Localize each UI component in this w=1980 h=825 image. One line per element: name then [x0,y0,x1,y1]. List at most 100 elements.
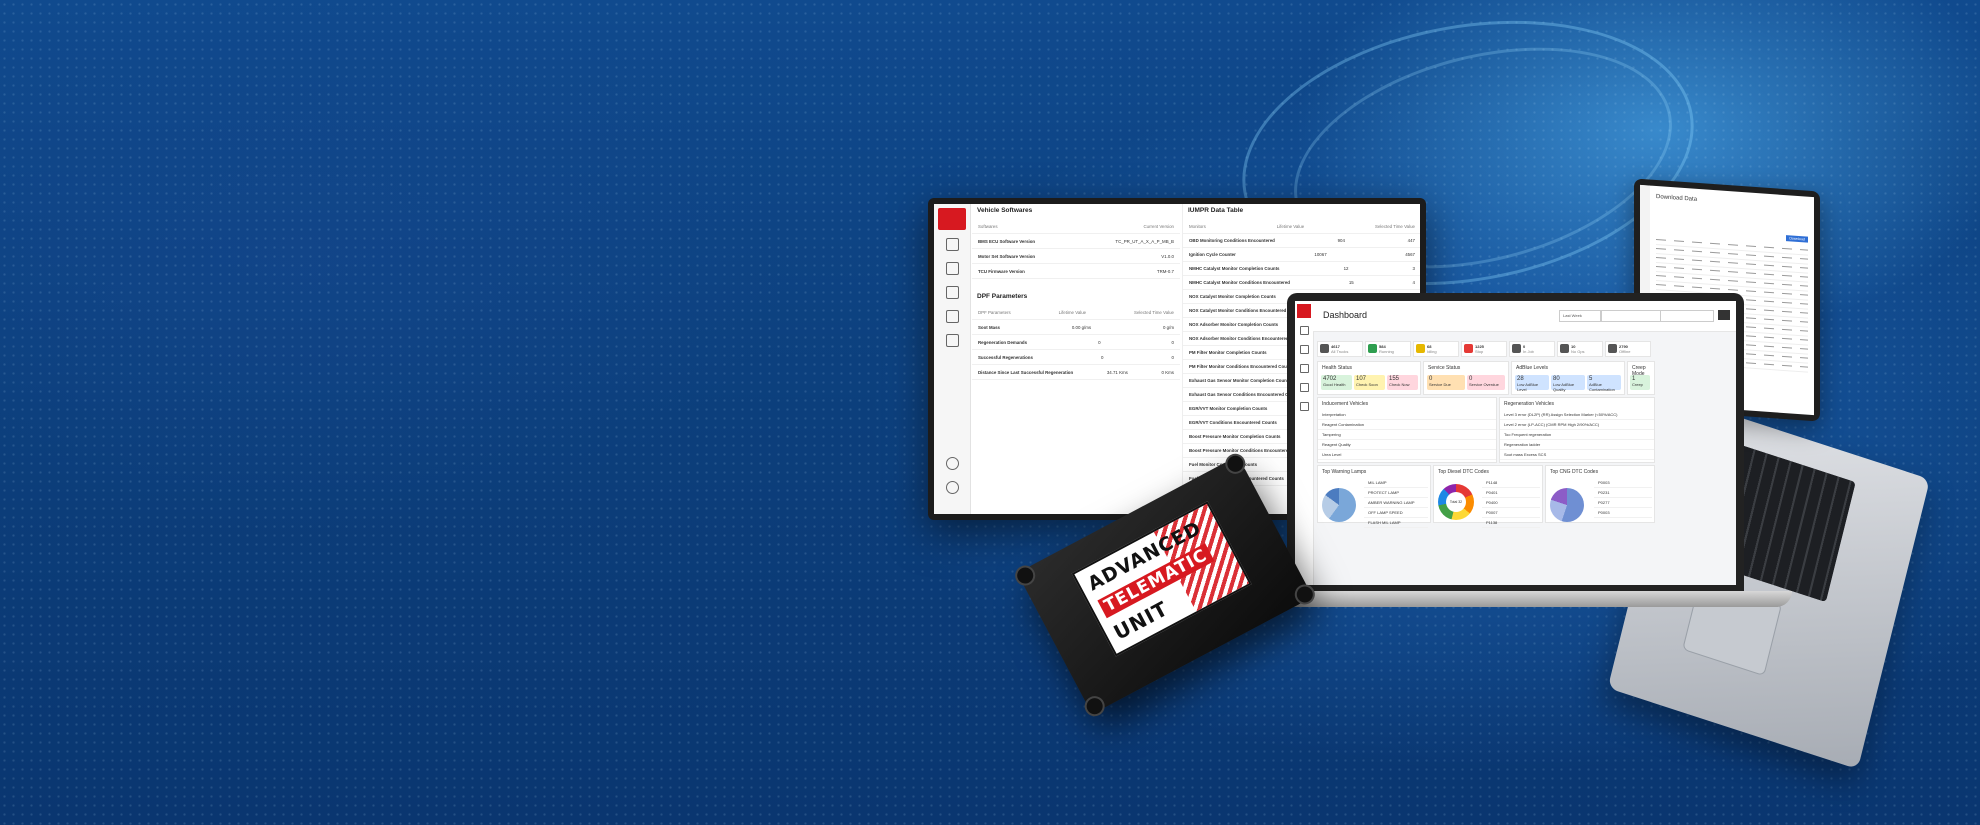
dashboard-icon[interactable] [1299,326,1309,335]
cell: BMS ECU Software Version [978,238,1036,244]
column-header: Softwares [978,223,998,229]
cell: V1.0.0 [1161,253,1174,259]
network-icon[interactable] [945,310,959,323]
table: Interpretation Reagent Contamination Tampe… [1318,410,1496,460]
column-header: Lifetime Value [1276,223,1305,229]
download-icon[interactable] [945,334,959,347]
cell: Exhaust Gas Sensor Conditions Encountere… [1189,392,1301,397]
regeneration-vehicles-card: Regeneration Vehicles Level 3 error (DL2… [1499,397,1655,463]
table-row: P0400 [1482,498,1540,508]
kpi-label: No Gps [1571,349,1585,354]
donut-center-label: Total 32 [1449,500,1463,504]
column-header: Monitors [1189,223,1206,229]
legend-list: MIL LAMP PROTECT LAMP AMBER WARNING LAMP OF… [1364,478,1428,528]
row-label: P1138 [1486,520,1498,525]
kpi-label: Offline [1619,349,1631,354]
status-pill[interactable]: 4702 Good Health [1321,375,1352,390]
adblue-levels-card: AdBlue Levels 28 Low AdBlue Level 80 Low Ad… [1511,361,1625,395]
kpi-label: Stop [1475,349,1484,354]
period-select[interactable]: Last Week [1559,310,1601,322]
cell: 904 [1337,238,1345,243]
status-pill[interactable]: 107 Check Soon [1354,375,1385,390]
cell: TRM-0.7 [1156,268,1174,274]
table-row: P1148 [1482,478,1540,488]
truck-icon[interactable] [945,286,959,299]
end-date-input[interactable] [1660,310,1714,322]
kpi-tile[interactable]: 4617 All Trucks [1317,341,1363,357]
row-label: P0003 [1598,510,1610,515]
cell: 15 [1348,280,1354,285]
status-pill[interactable]: 155 Check Now [1387,375,1418,390]
cell: EGR/VVT Conditions Encountered Counts [1189,420,1277,425]
row-label: P0401 [1486,490,1498,495]
card-title: Inducement Vehicles [1322,401,1369,407]
row-label: Level 3 error (DL2P) (RR) Assign Selecti… [1504,412,1618,417]
cell: 0.00 g/ms [1071,324,1092,330]
kpi-tile[interactable]: 2790 Offline [1605,341,1651,357]
kpi-label: All Trucks [1331,349,1349,354]
table-row: Successful Regenerations 0 0 [972,350,1180,365]
table-header: Softwares Current Version [972,219,1180,234]
row-label: Reagent Quality [1322,442,1351,447]
column-header: DPF Parameters [978,309,1011,315]
cell: 34.71 Kms [1106,369,1128,375]
kpi-tile[interactable]: 0 In Job [1509,341,1555,357]
kpi-icon [1608,344,1617,353]
column-header: Lifetime Value [1058,309,1087,315]
download-button[interactable]: Download [1786,235,1808,243]
help-icon[interactable] [945,481,959,494]
kpi-tile[interactable]: 10 No Gps [1557,341,1603,357]
cell: 10067 [1314,252,1327,257]
cell: 447 [1407,238,1415,243]
row-label: Urea Level [1322,452,1342,457]
top-diesel-dtc-card: Top Diesel DTC Codes Total 32 P1148 P0401… [1433,465,1543,528]
pill-label: Low AdBlue Level [1517,382,1539,392]
kpi-tile[interactable]: 68 Idling [1413,341,1459,357]
truck-icon[interactable] [1299,364,1309,373]
cell: 0 [1171,354,1174,360]
page-title: Dashboard [1323,310,1368,320]
card-title: AdBlue Levels [1516,365,1548,371]
table-row: NMHC Catalyst Monitor Completion Counts 1… [1183,262,1420,276]
table-row: BMS ECU Software Version TC_PR_UT_A_X_A_P… [972,234,1180,249]
cell: 4567 [1405,252,1415,257]
network-icon[interactable] [1299,383,1309,392]
settings-icon[interactable] [945,457,959,470]
legend-list: P0003 P0231 P0277 P0003 [1594,478,1652,518]
table-row: OFF LAMP SPEED [1364,508,1428,518]
cell: 0 [1171,339,1174,345]
kpi-tile[interactable]: 584 Running [1365,341,1411,357]
brand-logo[interactable] [1297,304,1311,318]
creep-pill[interactable]: 1 Creep [1630,375,1650,390]
brand-logo[interactable] [938,208,966,230]
kpi-tile[interactable]: 1225 Stop [1461,341,1507,357]
cell: Boost Pressure Monitor Completion Counts [1189,434,1281,439]
creep-mode-card: Creep Mode 1 Creep [1627,361,1655,395]
row-label: AMBER WARNING LAMP [1368,500,1415,505]
cell: EGR/VVT Monitor Completion Counts [1189,406,1268,411]
status-pill[interactable]: 0 Service Overdue [1467,375,1505,390]
table-row: P0277 [1594,498,1652,508]
download-button[interactable] [1718,310,1730,320]
status-pill[interactable]: 0 Service Due [1427,375,1465,390]
row-label: FLASH MIL LAMP [1368,520,1401,525]
table-row: Level 3 error (DL2P) (RR) Assign Selecti… [1500,410,1654,420]
start-date-input[interactable] [1601,310,1661,322]
cell: NMHC Catalyst Monitor Conditions Encount… [1189,280,1290,285]
dashboard-icon[interactable] [945,238,959,251]
row-label: P0400 [1486,500,1498,505]
download-icon[interactable] [1299,402,1309,411]
card-title: Service Status [1428,365,1461,371]
kpi-icon [1320,344,1329,353]
status-pill[interactable]: 80 Low AdBlue Quality [1551,375,1585,392]
wrench-icon[interactable] [1299,345,1309,354]
table-row: P0231 [1594,488,1652,498]
table-row: Regeneration Demands 0 0 [972,335,1180,350]
table-row: Urea Level [1318,450,1496,460]
row-label: P1148 [1486,480,1498,485]
column-header: Selected Time Value [1134,309,1174,315]
status-pill[interactable]: 28 Low AdBlue Level [1515,375,1549,392]
status-pill[interactable]: 5 AdBlue Contamination [1587,375,1621,392]
kpi-label: In Job [1523,349,1534,354]
wrench-icon[interactable] [945,262,959,275]
